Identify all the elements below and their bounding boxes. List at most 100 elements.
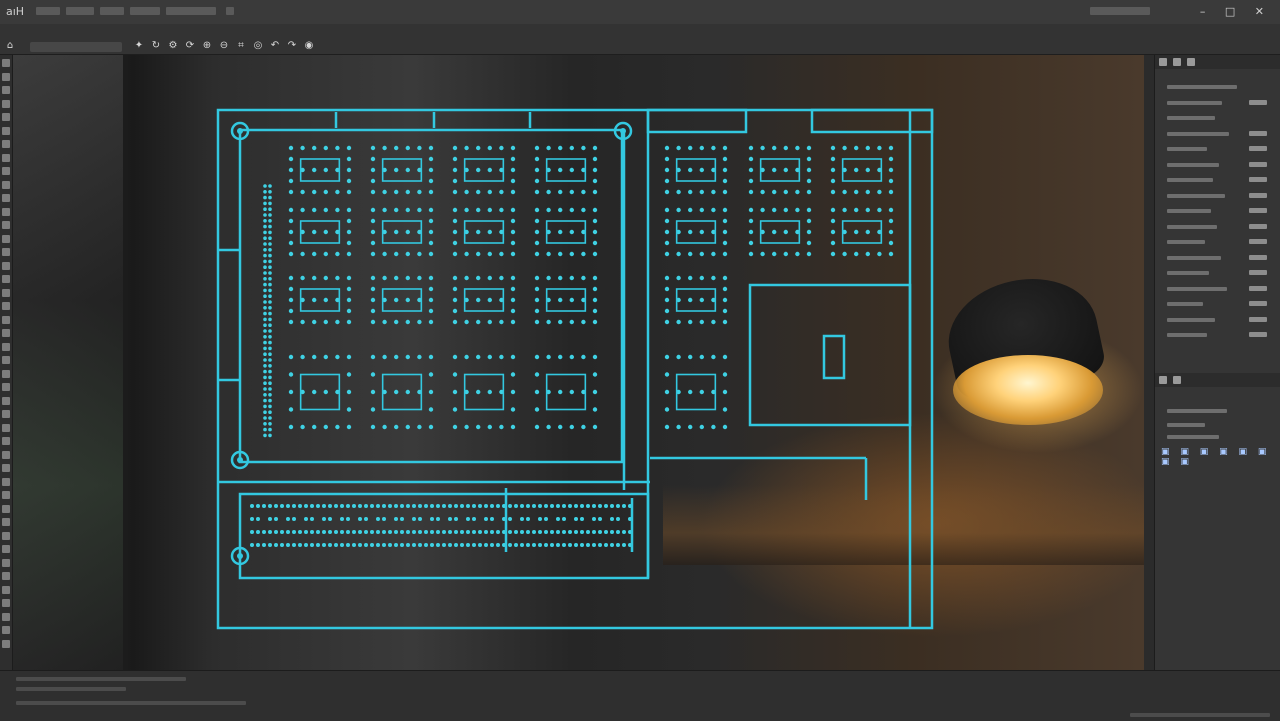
property-row[interactable] bbox=[1161, 207, 1271, 217]
tool-icon[interactable] bbox=[2, 491, 10, 499]
tool-icon[interactable] bbox=[2, 585, 10, 594]
tool-icon[interactable] bbox=[2, 572, 10, 580]
property-row[interactable] bbox=[1161, 238, 1271, 248]
menu-item-workspace[interactable] bbox=[1090, 7, 1150, 15]
property-row[interactable] bbox=[1161, 300, 1271, 310]
tool-icon[interactable] bbox=[2, 261, 10, 270]
property-row[interactable] bbox=[1161, 316, 1271, 326]
settings-icon[interactable]: ⚙ bbox=[168, 41, 178, 51]
property-value[interactable] bbox=[1249, 99, 1267, 105]
property-row[interactable] bbox=[1161, 99, 1271, 109]
tool-icon[interactable] bbox=[2, 113, 10, 121]
property-value[interactable] bbox=[1249, 285, 1267, 291]
window-controls[interactable]: – □ ✕ bbox=[1200, 5, 1272, 18]
property-value[interactable] bbox=[1249, 239, 1267, 244]
tool-icon[interactable] bbox=[2, 423, 10, 432]
menu-item-select[interactable] bbox=[166, 7, 216, 15]
tool-icon[interactable] bbox=[2, 464, 10, 472]
property-value[interactable] bbox=[1249, 146, 1267, 151]
tool-icon[interactable] bbox=[2, 315, 10, 324]
property-row[interactable] bbox=[1161, 145, 1271, 155]
tool-icon[interactable] bbox=[2, 383, 10, 391]
tool-icon[interactable] bbox=[2, 153, 10, 162]
tool-icon[interactable] bbox=[2, 477, 10, 486]
tool-icon[interactable] bbox=[2, 248, 10, 256]
tool-icon[interactable] bbox=[2, 437, 10, 445]
tool-icon[interactable] bbox=[2, 626, 10, 634]
rotate-icon[interactable]: ↻ bbox=[151, 41, 161, 51]
channels-tab-icon[interactable] bbox=[1173, 376, 1181, 384]
home-icon[interactable]: ⌂ bbox=[5, 41, 15, 51]
refresh-icon[interactable]: ⟳ bbox=[185, 41, 195, 51]
visibility-icon[interactable]: ◉ bbox=[304, 41, 314, 51]
document-canvas[interactable] bbox=[13, 55, 1144, 670]
undo-icon[interactable]: ↶ bbox=[270, 41, 280, 51]
layers-tab-icon[interactable] bbox=[1159, 376, 1167, 384]
panel-tab-strip[interactable] bbox=[1155, 55, 1280, 69]
property-row[interactable] bbox=[1161, 285, 1271, 295]
tool-icon[interactable] bbox=[2, 221, 10, 229]
property-value[interactable] bbox=[1249, 316, 1267, 322]
tool-icon[interactable] bbox=[2, 167, 10, 175]
tool-preset-dropdown[interactable] bbox=[30, 42, 122, 52]
tool-icon[interactable] bbox=[2, 288, 10, 297]
zoom-in-icon[interactable]: ⊕ bbox=[202, 41, 212, 51]
tool-icon[interactable] bbox=[2, 342, 10, 351]
move-tool-icon[interactable]: ✦ bbox=[134, 41, 144, 51]
property-value[interactable] bbox=[1249, 192, 1267, 198]
tool-icon[interactable] bbox=[2, 194, 10, 202]
tool-icon[interactable] bbox=[2, 207, 10, 216]
redo-icon[interactable]: ↷ bbox=[287, 41, 297, 51]
tool-icon[interactable] bbox=[2, 329, 10, 337]
property-row[interactable] bbox=[1161, 83, 1271, 93]
tool-icon[interactable] bbox=[2, 545, 10, 553]
property-value[interactable] bbox=[1249, 161, 1267, 167]
menu-item-edit[interactable] bbox=[66, 7, 94, 15]
tool-icon[interactable] bbox=[2, 86, 10, 94]
reset-icon[interactable]: ◎ bbox=[253, 41, 263, 51]
tool-icon[interactable] bbox=[2, 99, 10, 108]
tool-icon[interactable] bbox=[2, 180, 10, 189]
property-row[interactable] bbox=[1161, 161, 1271, 171]
layer-filter-row[interactable] bbox=[1161, 407, 1271, 417]
tool-icon[interactable] bbox=[2, 612, 10, 621]
property-row[interactable] bbox=[1161, 130, 1271, 140]
tool-icon[interactable] bbox=[2, 396, 10, 405]
tool-icon[interactable] bbox=[2, 558, 10, 567]
tool-icon[interactable] bbox=[2, 410, 10, 418]
property-value[interactable] bbox=[1249, 301, 1267, 306]
property-value[interactable] bbox=[1249, 223, 1267, 229]
menu-item-file[interactable] bbox=[36, 7, 60, 15]
layer-blend-row[interactable] bbox=[1161, 421, 1271, 431]
tool-icon[interactable] bbox=[2, 504, 10, 513]
panel-tab-icon[interactable] bbox=[1159, 58, 1167, 66]
crop-icon[interactable]: ⌗ bbox=[236, 41, 246, 51]
menu-item-image[interactable] bbox=[100, 7, 124, 15]
menu-item-filter[interactable] bbox=[226, 7, 234, 15]
property-value[interactable] bbox=[1249, 332, 1267, 337]
property-row[interactable] bbox=[1161, 192, 1271, 202]
tool-icon[interactable] bbox=[2, 369, 10, 378]
tool-icon[interactable] bbox=[2, 599, 10, 607]
tool-icon[interactable] bbox=[2, 639, 10, 648]
tool-icon[interactable] bbox=[2, 72, 10, 81]
property-value[interactable] bbox=[1249, 254, 1267, 260]
tool-icon[interactable] bbox=[2, 234, 10, 243]
tool-icon[interactable] bbox=[2, 302, 10, 310]
property-row[interactable] bbox=[1161, 176, 1271, 186]
tool-icon[interactable] bbox=[2, 140, 10, 148]
property-row[interactable] bbox=[1161, 114, 1271, 124]
tool-icon[interactable] bbox=[2, 356, 10, 364]
panel-tab-icon[interactable] bbox=[1187, 58, 1195, 66]
property-value[interactable] bbox=[1249, 270, 1267, 275]
property-row[interactable] bbox=[1161, 331, 1271, 341]
property-value[interactable] bbox=[1249, 177, 1267, 182]
tool-icon[interactable] bbox=[2, 450, 10, 459]
tool-icon[interactable] bbox=[2, 126, 10, 135]
tool-icon[interactable] bbox=[2, 531, 10, 540]
tool-icon[interactable] bbox=[2, 59, 10, 67]
layer-tools-icons[interactable]: ▣ ▣ ▣ ▣ ▣ ▣ ▣ ▣ bbox=[1161, 447, 1280, 467]
tool-icon[interactable] bbox=[2, 275, 10, 283]
property-value[interactable] bbox=[1249, 208, 1267, 213]
zoom-out-icon[interactable]: ⊖ bbox=[219, 41, 229, 51]
